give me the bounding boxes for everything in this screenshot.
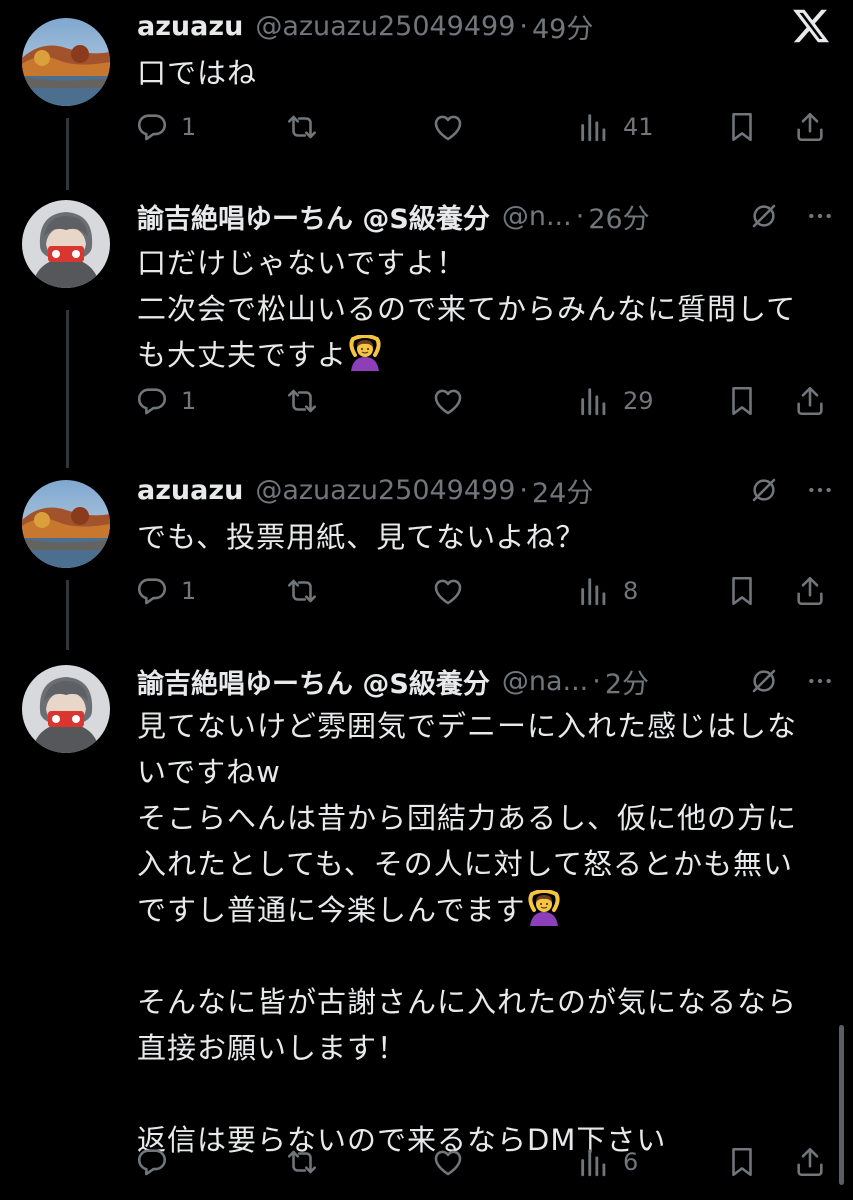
share-icon xyxy=(797,1147,823,1177)
action-bar: 6 xyxy=(135,1142,829,1182)
author-name[interactable]: azuazu xyxy=(137,475,243,506)
action-bar: 1 41 xyxy=(135,107,829,147)
share-button[interactable] xyxy=(793,381,827,421)
author-handle[interactable]: @na... xyxy=(502,666,588,697)
reply-button[interactable]: 1 xyxy=(135,381,196,421)
reply-icon xyxy=(137,388,167,415)
repost-button[interactable] xyxy=(285,571,319,611)
repost-icon xyxy=(287,115,317,139)
thread-connector xyxy=(66,118,69,190)
repost-button[interactable] xyxy=(285,1142,319,1182)
grok-icon[interactable] xyxy=(749,475,779,505)
scrollbar[interactable] xyxy=(839,1025,844,1185)
views-icon xyxy=(581,388,606,416)
view-count: 8 xyxy=(623,577,639,605)
views-button[interactable]: 41 xyxy=(577,107,654,147)
views-icon xyxy=(581,1149,606,1177)
share-icon xyxy=(797,386,823,416)
grok-icon[interactable] xyxy=(749,666,779,696)
person-gesturing-ok-emoji xyxy=(527,890,560,926)
share-button[interactable] xyxy=(793,571,827,611)
timestamp[interactable]: 49分 xyxy=(532,7,593,46)
avatar[interactable] xyxy=(22,200,110,288)
more-options-icon[interactable] xyxy=(807,668,833,694)
reply-count: 1 xyxy=(181,387,197,415)
thread-connector xyxy=(66,310,69,468)
author-name[interactable]: 諭吉絶唱ゆーちん @S級養分 xyxy=(137,197,490,236)
like-button[interactable] xyxy=(431,107,465,147)
repost-icon xyxy=(287,1150,317,1174)
avatar[interactable] xyxy=(22,665,110,753)
tweet-text: 口だけじゃないですよ！ 二次会で松山いるので来てからみんなに質問して も大丈夫で… xyxy=(137,240,833,378)
views-button[interactable]: 8 xyxy=(577,571,638,611)
more-options-icon[interactable] xyxy=(807,477,833,503)
bookmark-icon xyxy=(732,576,752,606)
tweet-text-content: 見てないけど雰囲気でデニーに入れた感じはしな いですねw そこらへんは昔から団結… xyxy=(137,709,798,927)
separator-dot: · xyxy=(592,665,601,697)
grok-icon[interactable] xyxy=(749,201,779,231)
reply-count: 1 xyxy=(181,113,197,141)
share-icon xyxy=(797,576,823,606)
author-name[interactable]: 諭吉絶唱ゆーちん @S級養分 xyxy=(137,662,490,701)
views-button[interactable]: 29 xyxy=(577,381,654,421)
reply-button[interactable] xyxy=(135,1142,181,1182)
repost-button[interactable] xyxy=(285,381,319,421)
tweet-text: 口ではね xyxy=(137,56,258,90)
person-gesturing-ok-emoji xyxy=(349,335,381,371)
heart-icon xyxy=(434,115,462,141)
reply-button[interactable]: 1 xyxy=(135,107,196,147)
share-button[interactable] xyxy=(793,107,827,147)
action-bar: 1 29 xyxy=(135,381,829,421)
author-handle[interactable]: @azuazu25049499 xyxy=(255,475,515,506)
bookmark-icon xyxy=(732,386,752,416)
tweet-text: 見てないけど雰囲気でデニーに入れた感じはしな いですねw そこらへんは昔から団結… xyxy=(137,703,833,1163)
tweet-text-continuation: そんなに皆が古謝さんに入れたのが気になるなら 直接お願いします！ 返信は要らない… xyxy=(137,985,798,1157)
bookmark-button[interactable] xyxy=(725,381,759,421)
like-button[interactable] xyxy=(431,381,465,421)
tweet-text: でも、投票用紙、見てないよね？ xyxy=(137,520,586,554)
separator-dot: · xyxy=(519,474,528,506)
author-name[interactable]: azuazu xyxy=(137,11,243,42)
heart-icon xyxy=(434,389,462,415)
like-button[interactable] xyxy=(431,571,465,611)
reply-icon xyxy=(137,578,167,605)
view-count: 6 xyxy=(623,1148,639,1176)
author-handle[interactable]: @n... xyxy=(502,201,572,232)
repost-button[interactable] xyxy=(285,107,319,147)
share-icon xyxy=(797,112,823,142)
heart-icon xyxy=(434,579,462,605)
more-options-icon[interactable] xyxy=(807,203,833,229)
bookmark-button[interactable] xyxy=(725,1142,759,1182)
separator-dot: · xyxy=(519,10,528,42)
reply-icon xyxy=(137,114,167,141)
heart-icon xyxy=(434,1150,462,1176)
avatar[interactable] xyxy=(22,480,110,568)
view-count: 29 xyxy=(623,387,654,415)
reply-count: 1 xyxy=(181,577,197,605)
timestamp[interactable]: 26分 xyxy=(588,197,649,236)
repost-icon xyxy=(287,389,317,413)
reply-icon xyxy=(137,1149,167,1176)
views-button[interactable]: 6 xyxy=(577,1142,638,1182)
bookmark-button[interactable] xyxy=(725,571,759,611)
bookmark-icon xyxy=(732,1147,752,1177)
tweet-text-content: 口だけじゃないですよ！ 二次会で松山いるので来てからみんなに質問して も大丈夫で… xyxy=(137,246,797,372)
timestamp[interactable]: 24分 xyxy=(532,471,593,510)
action-bar: 1 8 xyxy=(135,571,829,611)
bookmark-icon xyxy=(732,112,752,142)
separator-dot: · xyxy=(575,200,585,232)
views-icon xyxy=(581,114,606,142)
views-icon xyxy=(581,578,606,606)
view-count: 41 xyxy=(623,113,654,141)
reply-button[interactable]: 1 xyxy=(135,571,196,611)
avatar[interactable] xyxy=(22,18,110,106)
thread-connector xyxy=(66,580,69,650)
author-handle[interactable]: @azuazu25049499 xyxy=(255,11,515,42)
like-button[interactable] xyxy=(431,1142,465,1182)
repost-icon xyxy=(287,579,317,603)
share-button[interactable] xyxy=(793,1142,827,1182)
bookmark-button[interactable] xyxy=(725,107,759,147)
timestamp[interactable]: 2分 xyxy=(605,662,649,701)
